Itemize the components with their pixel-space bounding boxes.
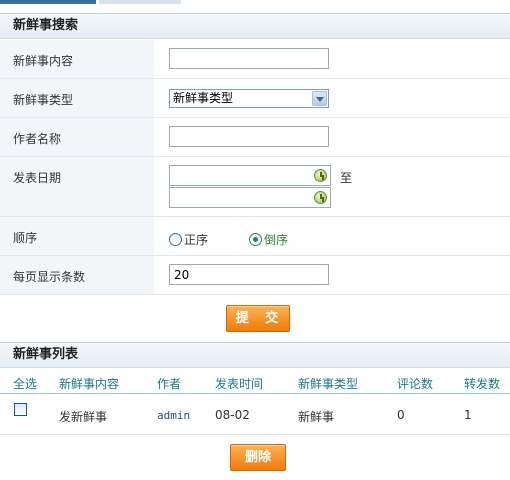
order-label: 顺序 — [13, 231, 38, 245]
author-row: 作者名称 — [0, 118, 510, 157]
date-end-input[interactable] — [169, 187, 331, 208]
type-select-value: 新鲜事类型 — [173, 91, 234, 105]
order-desc-radio[interactable] — [249, 233, 262, 246]
chevron-down-icon[interactable] — [312, 91, 327, 106]
row-author[interactable]: admin — [157, 409, 190, 422]
row-forwards: 1 — [464, 408, 472, 422]
comments-header: 评论数 — [397, 377, 434, 391]
date-start-input[interactable] — [169, 165, 331, 186]
row-time: 08-02 — [215, 408, 250, 422]
page-size-label: 每页显示条数 — [13, 270, 86, 284]
row-comments: 0 — [397, 408, 405, 422]
row-checkbox[interactable] — [14, 403, 27, 416]
tab-active[interactable] — [0, 0, 96, 4]
time-header: 发表时间 — [215, 377, 264, 391]
date-label: 发表日期 — [13, 171, 62, 185]
content-row: 新鲜事内容 — [0, 40, 510, 79]
row-type: 新鲜事 — [298, 410, 335, 424]
search-section-title: 新鲜事搜索 — [0, 13, 510, 39]
date-to-label: 至 — [340, 171, 353, 185]
list-section-title: 新鲜事列表 — [0, 342, 510, 368]
order-asc-radio[interactable] — [169, 233, 182, 246]
row-content: 发新鲜事 — [59, 410, 108, 424]
forwards-header: 转发数 — [464, 377, 501, 391]
clock-icon[interactable] — [314, 191, 327, 204]
select-all-header[interactable]: 全选 — [13, 375, 37, 392]
page-size-row: 每页显示条数 — [0, 256, 510, 295]
author-input[interactable] — [169, 126, 329, 147]
type-header: 新鲜事类型 — [298, 377, 359, 391]
table-row: 发新鲜事 admin 08-02 新鲜事 0 1 — [0, 395, 510, 435]
type-label: 新鲜事类型 — [13, 93, 74, 107]
order-asc-label[interactable]: 正序 — [184, 231, 208, 248]
type-select[interactable]: 新鲜事类型 — [169, 89, 329, 108]
date-row: 发表日期 至 — [0, 157, 510, 217]
author-header: 作者 — [157, 377, 182, 391]
clock-icon[interactable] — [314, 169, 327, 182]
author-label: 作者名称 — [13, 132, 62, 146]
page-size-input[interactable] — [169, 264, 329, 285]
type-row: 新鲜事类型 新鲜事类型 — [0, 79, 510, 118]
tab-inactive[interactable] — [99, 0, 181, 4]
top-tabs — [0, 0, 510, 5]
content-input[interactable] — [169, 48, 329, 69]
content-header: 新鲜事内容 — [59, 377, 120, 391]
table-header-row: 全选 新鲜事内容 作者 发表时间 新鲜事类型 评论数 转发数 — [0, 368, 510, 394]
order-desc-label[interactable]: 倒序 — [264, 231, 288, 248]
delete-button[interactable]: 删除 — [230, 444, 286, 471]
submit-button[interactable]: 提 交 — [226, 305, 290, 332]
content-label: 新鲜事内容 — [13, 54, 74, 68]
order-row: 顺序 正序 倒序 — [0, 217, 510, 256]
